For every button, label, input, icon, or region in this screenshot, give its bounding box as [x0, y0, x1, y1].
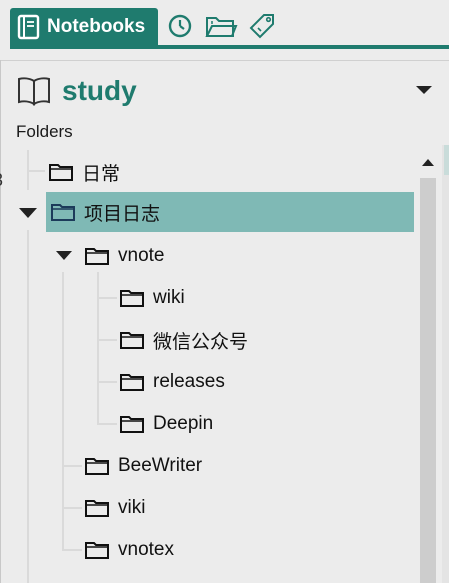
- scroll-up-arrow-icon[interactable]: [421, 158, 435, 168]
- panel-tab-bar: Notebooks: [0, 0, 449, 49]
- tree-item-daily[interactable]: 日常: [48, 152, 120, 192]
- tree-item-label: 项目日志: [84, 203, 161, 225]
- folder-icon: [120, 332, 144, 349]
- splitter-highlight: [444, 145, 449, 175]
- tree-guide: [62, 465, 82, 467]
- tree-guide: [97, 423, 117, 425]
- tree-item-label: releases: [153, 371, 225, 392]
- folder-icon: [85, 458, 109, 475]
- folder-icon: [85, 248, 109, 265]
- tree-item-label: vnotex: [118, 539, 174, 560]
- tree-item-releases[interactable]: releases: [119, 362, 225, 402]
- splitter-handle[interactable]: [442, 145, 449, 583]
- chevron-down-icon[interactable]: [415, 84, 433, 96]
- folder-icon: [120, 374, 144, 391]
- tree-item-wechat[interactable]: 微信公众号: [119, 320, 248, 360]
- tree-item-vnote[interactable]: vnote: [84, 236, 164, 276]
- tree-guide: [27, 170, 45, 172]
- tab-explorer[interactable]: [204, 12, 238, 40]
- tab-notebooks-label: Notebooks: [47, 16, 146, 37]
- tree-item-label: wiki: [153, 287, 185, 308]
- tree-item-label: Deepin: [153, 413, 214, 434]
- tree-guide: [62, 549, 82, 551]
- folder-icon: [120, 416, 144, 433]
- folder-icon: [51, 204, 75, 221]
- expand-arrow-icon[interactable]: [55, 250, 73, 262]
- scrollbar-thumb[interactable]: [420, 178, 436, 583]
- tree-guide: [62, 507, 82, 509]
- folder-icon: [120, 290, 144, 307]
- tree-item-wiki[interactable]: wiki: [119, 278, 185, 318]
- tree-item-label: vnote: [118, 245, 165, 266]
- tree-guide: [97, 339, 117, 341]
- folders-heading: Folders: [16, 122, 73, 141]
- panel-left-edge: [0, 60, 1, 583]
- tree-item-project-log[interactable]: 项目日志: [46, 192, 414, 232]
- tree-item-deepin[interactable]: Deepin: [119, 404, 213, 444]
- panel-divider: [0, 60, 449, 61]
- tag-icon: [249, 14, 274, 39]
- tree-item-viki[interactable]: viki: [84, 488, 145, 528]
- tab-history[interactable]: [166, 12, 194, 40]
- tree-item-beewriter[interactable]: BeeWriter: [84, 446, 202, 486]
- tab-notebooks[interactable]: Notebooks: [10, 8, 158, 46]
- cut-text: 3: [0, 170, 3, 191]
- tab-bar-underline: [10, 45, 449, 49]
- folder-icon: [85, 542, 109, 559]
- open-folder-icon: [205, 17, 238, 37]
- notebook-name: study: [62, 75, 137, 106]
- tree-item-label: viki: [118, 497, 146, 518]
- tree-guide: [97, 297, 117, 299]
- open-book-icon: [18, 77, 50, 106]
- folder-icon: [85, 500, 109, 517]
- notebook-selector[interactable]: study: [16, 70, 441, 112]
- tree-guide: [97, 272, 99, 424]
- tree-guide: [97, 381, 117, 383]
- tree-item-vnotex[interactable]: vnotex: [84, 530, 174, 570]
- expand-arrow-icon[interactable]: [18, 206, 38, 220]
- tree-item-label: BeeWriter: [118, 455, 203, 476]
- clock-icon: [168, 14, 192, 38]
- notebook-icon: [17, 14, 40, 40]
- tree-guide: [27, 230, 29, 583]
- tree-item-label: 日常: [82, 163, 121, 185]
- folder-icon: [49, 164, 73, 181]
- tree-item-label: 微信公众号: [153, 331, 249, 353]
- tab-tags[interactable]: [246, 12, 278, 40]
